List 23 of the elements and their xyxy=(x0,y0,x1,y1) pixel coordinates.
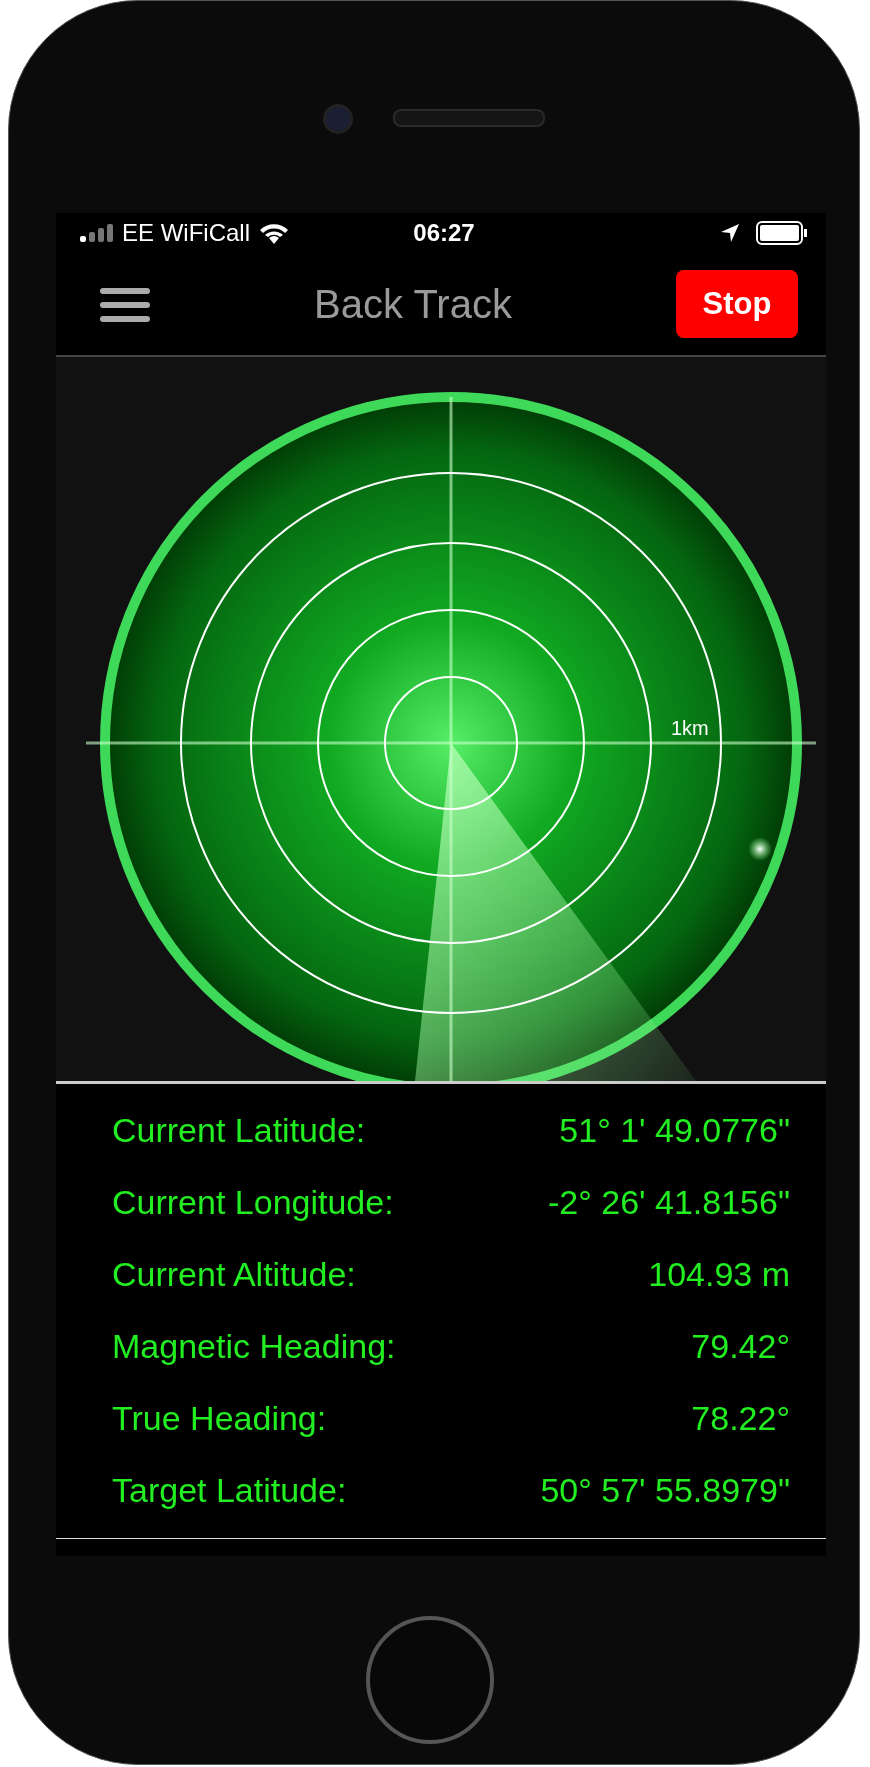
reading-label: Target Latitude: xyxy=(112,1470,347,1510)
clock-time: 06:27 xyxy=(413,219,475,247)
scale-label: 1km xyxy=(671,717,709,739)
reading-value: -2° 26' 41.8156" xyxy=(548,1182,790,1222)
reading-label: True Heading: xyxy=(112,1398,327,1438)
wifi-icon xyxy=(258,221,290,245)
reading-label: Current Longitude: xyxy=(112,1182,394,1222)
camera-icon xyxy=(323,104,353,134)
battery-icon xyxy=(756,221,808,245)
screen-title: Back Track xyxy=(314,281,512,327)
reading-value: 79.42° xyxy=(691,1326,790,1366)
reading-label: Current Latitude: xyxy=(112,1110,366,1150)
reading-value: 50° 57' 55.8979" xyxy=(540,1470,790,1510)
reading-value: 78.22° xyxy=(691,1398,790,1438)
location-arrow-icon xyxy=(720,223,740,243)
stop-button[interactable]: Stop xyxy=(676,270,798,338)
signal-icon xyxy=(80,224,114,242)
reading-label: Magnetic Heading: xyxy=(112,1326,396,1366)
reading-value: 104.93 m xyxy=(648,1254,790,1294)
reading-label: Current Altitude: xyxy=(112,1254,356,1294)
carrier-name: EE WiFiCall xyxy=(122,219,250,247)
reading-value: 51° 1' 49.0776" xyxy=(559,1110,790,1150)
speaker-icon xyxy=(393,109,545,127)
